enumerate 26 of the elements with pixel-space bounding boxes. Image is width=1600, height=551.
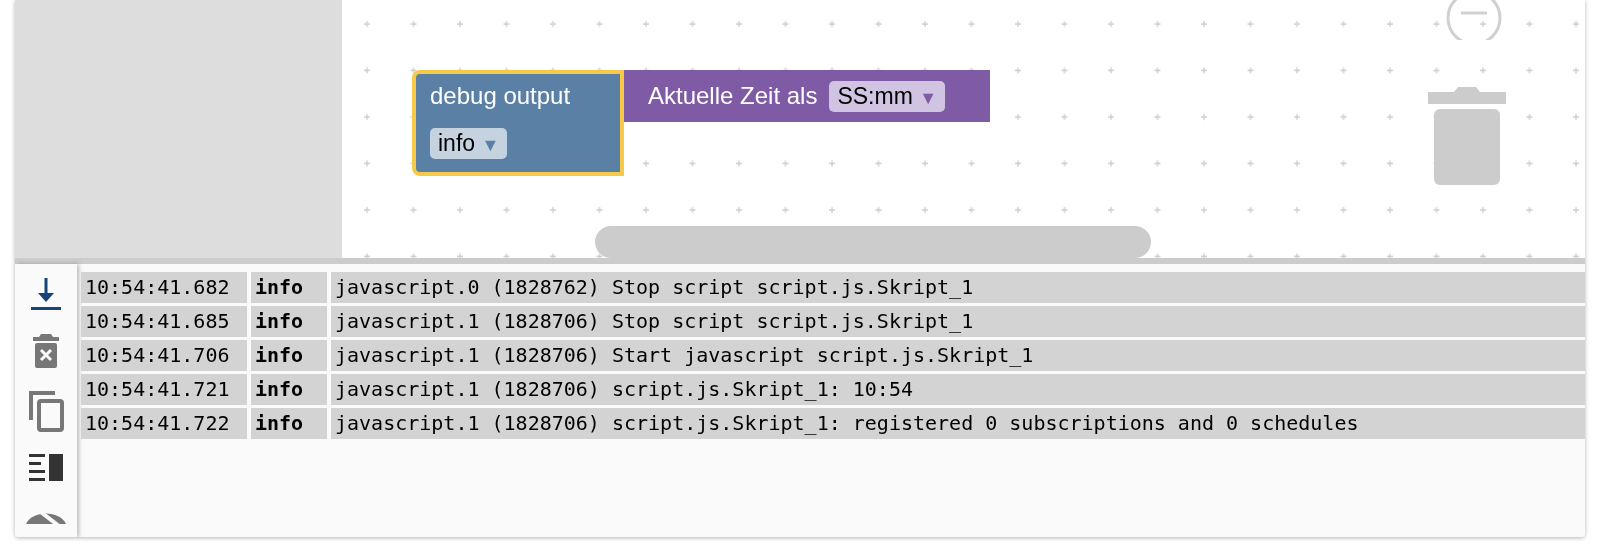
log-level: info [251, 340, 327, 371]
log-time: 10:54:41.682 [81, 272, 247, 303]
log-time: 10:54:41.685 [81, 306, 247, 337]
debug-block[interactable]: debug output info ▼ [412, 70, 624, 176]
log-message: javascript.1 (1828706) Stop script script.js.Skript_1 [331, 306, 1585, 337]
log-time: 10:54:41.721 [81, 374, 247, 405]
log-level: info [251, 408, 327, 439]
list-layout-icon[interactable] [29, 454, 63, 482]
log-message: javascript.1 (1828706) script.js.Skript_1: registered 0 subscriptions and 0 schedules [331, 408, 1585, 439]
block-label: debug output [430, 82, 571, 110]
log-message: javascript.1 (1828706) script.js.Skript_1: 10:54 [331, 374, 1585, 405]
delete-icon[interactable] [33, 334, 59, 368]
log-time: 10:54:41.706 [81, 340, 247, 371]
copy-icon[interactable] [28, 390, 64, 432]
scrollbar[interactable] [595, 226, 1151, 258]
log-level: info [251, 306, 327, 337]
time-block[interactable]: Aktuelle Zeit als SS:mm ▼ [624, 70, 990, 122]
log-level: info [251, 272, 327, 303]
block-dropdown[interactable]: SS:mm ▼ [829, 80, 945, 112]
log-level: info [251, 374, 327, 405]
log-message: javascript.0 (1828762) Stop script script.js.Skript_1 [331, 272, 1585, 303]
block-label: Aktuelle Zeit als [648, 82, 818, 110]
log-time: 10:54:41.722 [81, 408, 247, 439]
block-dropdown[interactable]: info ▼ [430, 128, 508, 159]
scroll-to-bottom-icon[interactable] [29, 276, 63, 312]
log-message: javascript.1 (1828706) Start javascript script.js.Skript_1 [331, 340, 1585, 371]
